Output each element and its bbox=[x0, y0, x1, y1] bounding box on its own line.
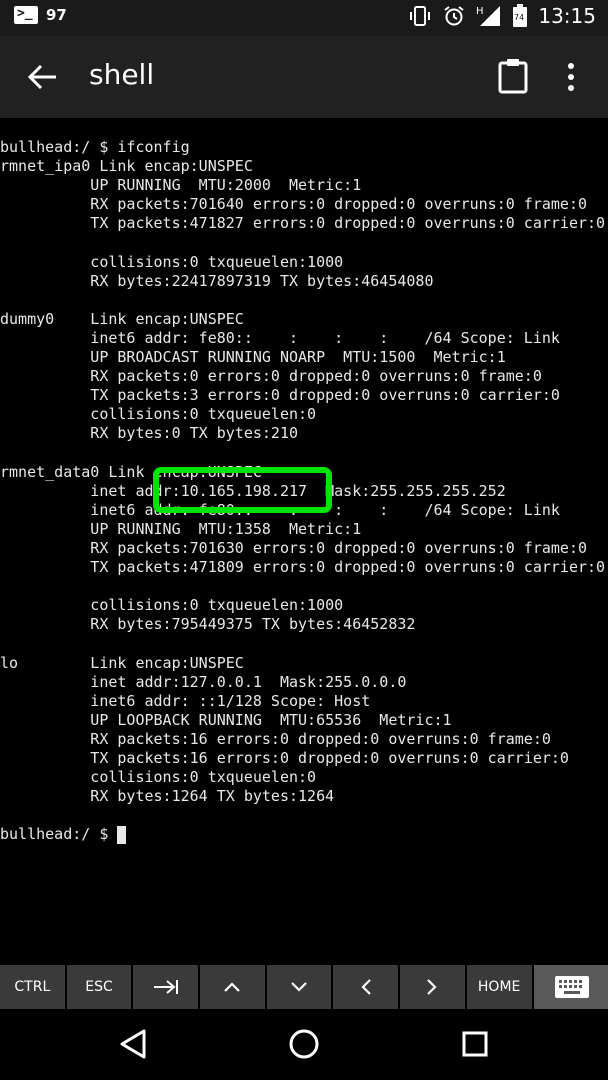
terminal-prompt: bullhead:/ $ bbox=[0, 825, 109, 844]
chevron-up-icon bbox=[224, 982, 241, 992]
clock: 13:15 bbox=[538, 4, 596, 28]
terminal-line: lo Link encap:UNSPEC bbox=[0, 653, 244, 672]
tab-key[interactable] bbox=[133, 965, 199, 1009]
terminal-notification-icon: >_ bbox=[14, 6, 38, 24]
terminal-cursor bbox=[117, 826, 127, 845]
terminal-line: RX packets:0 errors:0 dropped:0 overruns… bbox=[0, 367, 542, 386]
terminal-line: RX bytes:0 TX bytes:210 bbox=[0, 424, 299, 443]
notification-count: 97 bbox=[46, 6, 67, 24]
signal-icon: H bbox=[476, 6, 501, 26]
terminal-line: dummy0 Link encap:UNSPEC bbox=[0, 309, 244, 328]
terminal-line: rmnet_ipa0 Link encap:UNSPEC bbox=[0, 157, 253, 176]
terminal-line: RX bytes:795449375 TX bytes:46452832 bbox=[0, 615, 416, 634]
nav-home-icon[interactable] bbox=[288, 1028, 320, 1060]
page-title: shell bbox=[89, 58, 155, 91]
keyboard-icon bbox=[554, 976, 589, 998]
home-key[interactable]: HOME bbox=[466, 965, 532, 1009]
nav-recents-icon[interactable] bbox=[461, 1028, 489, 1060]
tab-arrow-icon bbox=[153, 980, 178, 994]
terminal-line: RX bytes:1264 TX bytes:1264 bbox=[0, 787, 335, 806]
terminal-line: collisions:0 txqueuelen:1000 bbox=[0, 252, 344, 271]
right-key[interactable] bbox=[400, 965, 465, 1009]
terminal-line: TX packets:3 errors:0 dropped:0 overruns… bbox=[0, 386, 560, 405]
terminal-line: TX packets:471809 errors:0 dropped:0 ove… bbox=[0, 558, 606, 577]
app-bar: shell bbox=[0, 36, 608, 118]
back-arrow-icon[interactable] bbox=[26, 62, 58, 92]
terminal-line: inet6 addr: ::1/128 Scope: Host bbox=[0, 691, 371, 710]
chevron-right-icon bbox=[427, 979, 438, 995]
battery-icon: 74 bbox=[513, 4, 528, 27]
nav-back-icon[interactable] bbox=[118, 1028, 148, 1060]
battery-level: 74 bbox=[514, 13, 524, 22]
terminal-line: RX bytes:22417897319 TX bytes:46454080 bbox=[0, 271, 434, 290]
chevron-left-icon bbox=[361, 979, 371, 995]
alarm-icon bbox=[444, 6, 464, 26]
terminal-line: inet6 addr: fe80:: : : : /64 Scope: Link bbox=[0, 328, 560, 347]
chevron-down-icon bbox=[291, 982, 307, 992]
extra-keys-bar: CTRL ESC HOME bbox=[0, 965, 608, 1009]
terminal-line: UP LOOPBACK RUNNING MTU:65536 Metric:1 bbox=[0, 710, 452, 729]
terminal-line: collisions:0 txqueuelen:0 bbox=[0, 768, 317, 787]
keyboard-toggle-key[interactable] bbox=[533, 965, 608, 1009]
left-key[interactable] bbox=[333, 965, 399, 1009]
terminal-line: collisions:0 txqueuelen:1000 bbox=[0, 596, 344, 615]
more-options-icon[interactable] bbox=[566, 62, 576, 92]
down-key[interactable] bbox=[266, 965, 332, 1009]
terminal-line: TX packets:16 errors:0 dropped:0 overrun… bbox=[0, 749, 569, 767]
terminal-prompt-line[interactable]: bullhead:/ $ bbox=[0, 825, 608, 845]
terminal-line: bullhead:/ $ ifconfig bbox=[0, 138, 190, 156]
terminal-line: inet addr:127.0.0.1 Mask:255.0.0.0 bbox=[0, 672, 407, 691]
status-bar: >_ 97 H 74 13:15 bbox=[0, 0, 608, 36]
terminal-line: RX packets:16 errors:0 dropped:0 overrun… bbox=[0, 729, 551, 748]
up-key[interactable] bbox=[200, 965, 265, 1009]
terminal-line: RX packets:701640 errors:0 dropped:0 ove… bbox=[0, 195, 587, 214]
terminal-line: RX packets:701630 errors:0 dropped:0 ove… bbox=[0, 538, 587, 557]
ip-address-highlight-box bbox=[153, 467, 332, 513]
terminal-output[interactable]: bullhead:/ $ ifconfig rmnet_ipa0 Link enc… bbox=[0, 138, 608, 958]
terminal-line: TX packets:471827 errors:0 dropped:0 ove… bbox=[0, 214, 606, 233]
network-type-label: H bbox=[476, 6, 484, 17]
navigation-bar bbox=[0, 1010, 608, 1080]
vibrate-icon bbox=[410, 6, 431, 26]
terminal-line: UP RUNNING MTU:1358 Metric:1 bbox=[0, 519, 362, 538]
terminal-line: UP BROADCAST RUNNING NOARP MTU:1500 Metr… bbox=[0, 348, 506, 367]
clipboard-icon[interactable] bbox=[498, 58, 528, 94]
terminal-line: UP RUNNING MTU:2000 Metric:1 bbox=[0, 176, 362, 195]
ctrl-key[interactable]: CTRL bbox=[0, 965, 65, 1009]
terminal-line: collisions:0 txqueuelen:0 bbox=[0, 405, 317, 424]
esc-key[interactable]: ESC bbox=[66, 965, 132, 1009]
